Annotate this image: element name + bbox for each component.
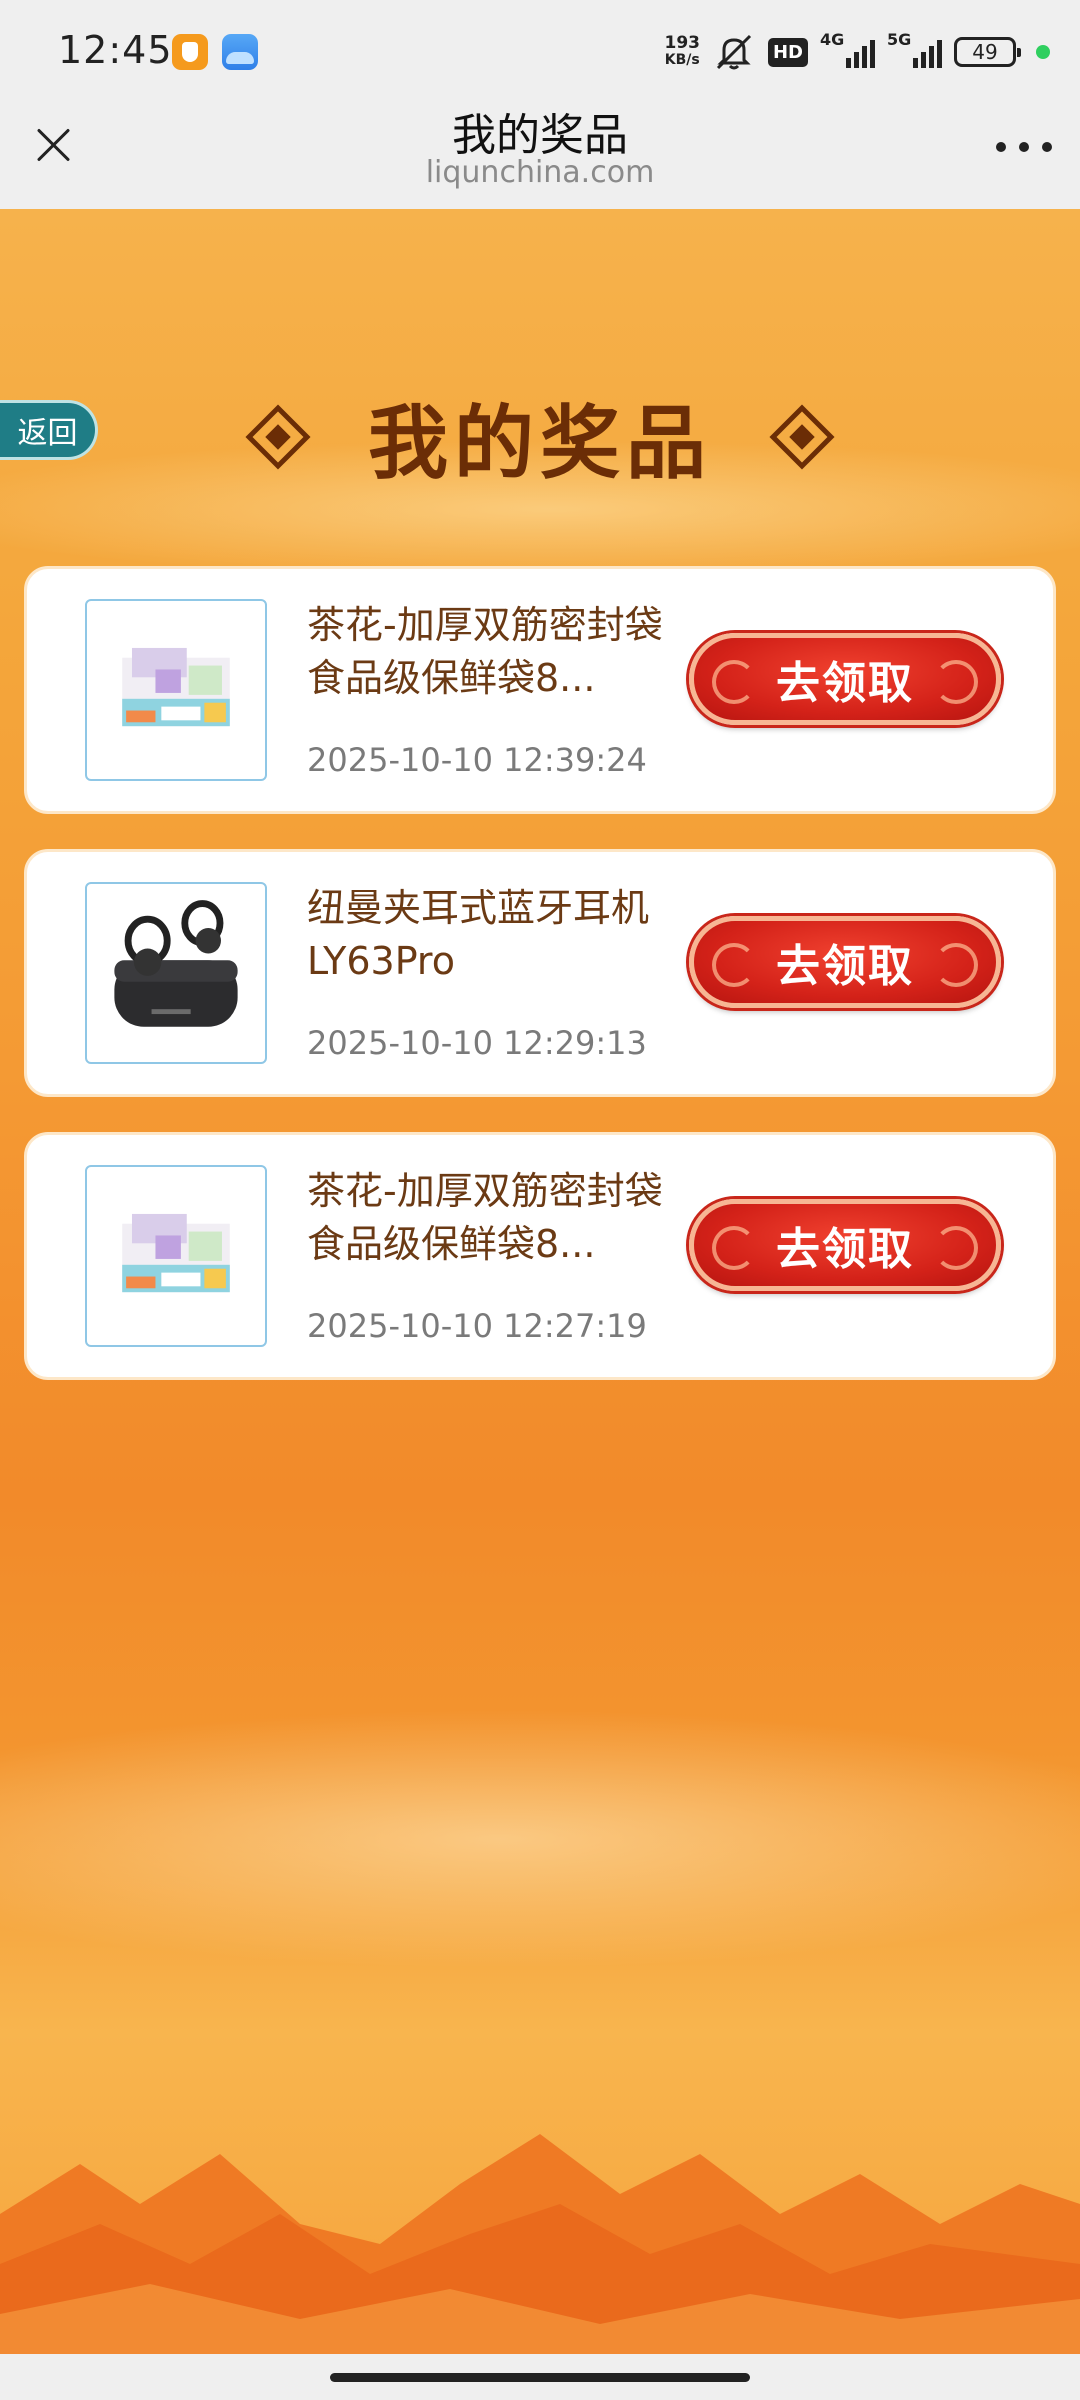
home-indicator[interactable] [330, 2373, 750, 2382]
prize-name: 茶花-加厚双筋密封袋食品级保鲜袋8... [307, 603, 663, 700]
page-domain: liqunchina.com [425, 155, 655, 190]
food-bags-box-image [122, 647, 230, 727]
signal-5g-icon: 5G [887, 30, 942, 68]
prize-time: 2025-10-10 12:29:13 [307, 1024, 647, 1062]
more-dot-icon [1042, 142, 1052, 152]
section-heading: 我的奖品 [0, 379, 1080, 495]
food-bags-box-image [122, 1213, 230, 1293]
privacy-indicator-dot [1036, 45, 1050, 59]
background-haze [0, 1709, 1080, 1969]
network-speed-value: 193 [664, 33, 700, 53]
more-options-button[interactable] [996, 135, 1052, 159]
diamond-ornament-icon [769, 404, 835, 470]
prize-time: 2025-10-10 12:39:24 [307, 741, 647, 779]
prize-name: 茶花-加厚双筋密封袋食品级保鲜袋8... [307, 1169, 663, 1266]
signal-4g-icon: 4G [820, 30, 875, 68]
earbuds-image [114, 900, 238, 1027]
app-notification-icon [172, 34, 208, 70]
more-dot-icon [996, 142, 1006, 152]
status-bar: 12:45 193 KB/s HD 4G 5G 49 [0, 0, 1080, 105]
diamond-ornament-icon [245, 404, 311, 470]
prize-time: 2025-10-10 12:27:19 [307, 1307, 647, 1345]
claim-button[interactable]: 去领取 [689, 1199, 1001, 1291]
weather-notification-icon [222, 34, 258, 70]
product-image [85, 599, 267, 781]
browser-title-bar: 我的奖品 liqunchina.com [0, 105, 1080, 209]
heading-text: 我的奖品 [368, 397, 712, 490]
prize-card: 茶花-加厚双筋密封袋食品级保鲜袋8... 2025-10-10 12:27:19… [24, 1132, 1056, 1380]
mountain-background-image [0, 2134, 1080, 2354]
claim-button[interactable]: 去领取 [689, 633, 1001, 725]
clock: 12:45 [58, 28, 173, 72]
signal-5g-label: 5G [887, 30, 912, 49]
status-indicators: 193 KB/s HD 4G 5G 49 [664, 30, 1050, 74]
battery-level: 49 [972, 40, 998, 64]
product-image [85, 1165, 267, 1347]
claim-button[interactable]: 去领取 [689, 916, 1001, 1008]
signal-4g-label: 4G [820, 30, 845, 49]
mute-bell-icon [716, 34, 752, 70]
network-speed-unit: KB/s [664, 52, 700, 68]
more-dot-icon [1019, 142, 1029, 152]
prize-card: 纽曼夹耳式蓝牙耳机LY63Pro 2025-10-10 12:29:13 去领取 [24, 849, 1056, 1097]
prize-card: 茶花-加厚双筋密封袋食品级保鲜袋8... 2025-10-10 12:39:24… [24, 566, 1056, 814]
hd-voice-badge: HD [767, 37, 808, 67]
product-image [85, 882, 267, 1064]
network-speed: 193 KB/s [664, 35, 700, 69]
battery-icon: 49 [954, 37, 1021, 67]
prize-name: 纽曼夹耳式蓝牙耳机LY63Pro [307, 886, 650, 983]
prizes-page: 返回 我的奖品 茶花-加厚双筋密封袋食品级保鲜袋8... 2025-10-10 … [0, 209, 1080, 2354]
page-title: 我的奖品 [452, 110, 628, 161]
